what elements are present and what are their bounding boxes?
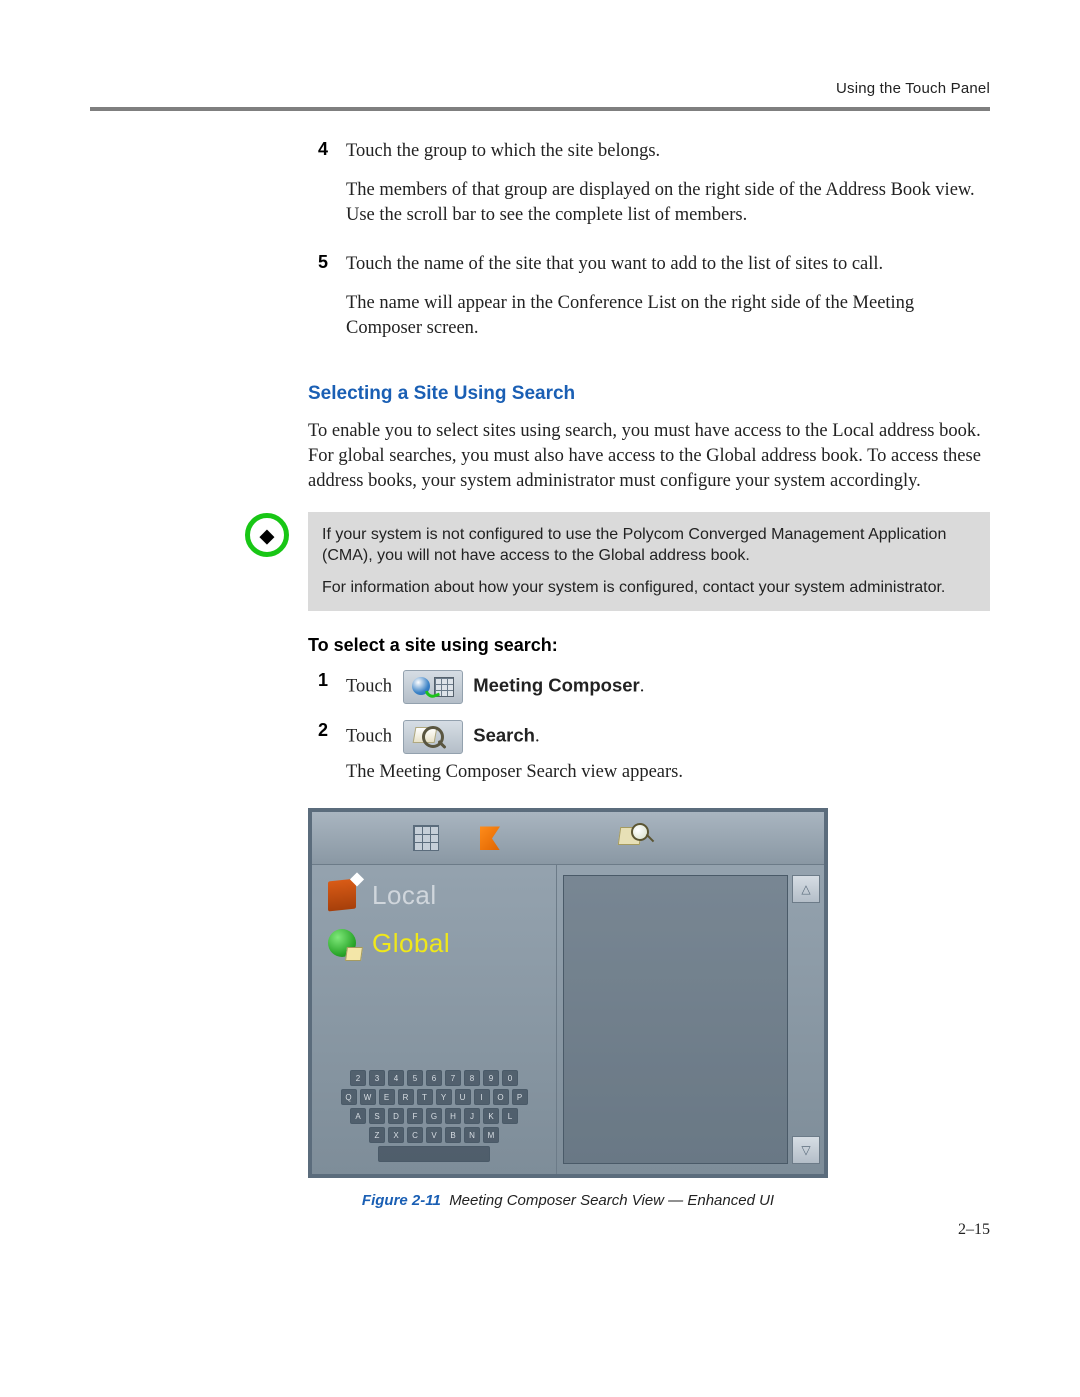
figure-toolbar xyxy=(312,812,824,865)
list-entry-local: Local xyxy=(312,871,556,919)
keyboard-key: L xyxy=(502,1108,518,1124)
keyboard-key: F xyxy=(407,1108,423,1124)
figure-caption: Figure 2-11 Meeting Composer Search View… xyxy=(308,1192,828,1209)
step-text: . xyxy=(640,676,645,696)
keyboard-key: 2 xyxy=(350,1070,366,1086)
keyboard-key: E xyxy=(379,1089,395,1105)
step-text: Touch the name of the site that you want… xyxy=(346,252,990,277)
keyboard-key: 3 xyxy=(369,1070,385,1086)
keyboard-key: 9 xyxy=(483,1070,499,1086)
keyboard-key: W xyxy=(360,1089,376,1105)
scroll-up-button: △ xyxy=(792,875,820,903)
keyboard-key: 7 xyxy=(445,1070,461,1086)
step-bold: Search xyxy=(473,724,535,745)
keyboard-key: M xyxy=(483,1127,499,1143)
step-text: Touch xyxy=(346,676,397,696)
keyboard-key: J xyxy=(464,1108,480,1124)
keyboard-key: Y xyxy=(436,1089,452,1105)
globe-icon xyxy=(324,925,360,961)
list-entry-global: Global xyxy=(312,919,556,967)
step-text: Touch xyxy=(346,726,397,746)
address-book-icon xyxy=(324,877,360,913)
keyboard-key: Z xyxy=(369,1127,385,1143)
list-label: Local xyxy=(372,880,437,911)
scroll-down-button: ▽ xyxy=(792,1136,820,1164)
toolbar-search-icon xyxy=(620,824,648,852)
step-text: The members of that group are displayed … xyxy=(346,178,990,228)
procedure-heading: To select a site using search: xyxy=(308,635,990,656)
figure-caption-text: Meeting Composer Search View — Enhanced … xyxy=(449,1192,774,1209)
onscreen-keyboard: 234567890 QWERTYUIOP ASDFGHJKL ZXCVBNM xyxy=(341,1070,528,1162)
keyboard-key: R xyxy=(398,1089,414,1105)
step-number: 2 xyxy=(308,720,328,799)
keyboard-key: Q xyxy=(341,1089,357,1105)
step-number: 4 xyxy=(308,139,328,242)
figure-results-panel xyxy=(563,875,788,1164)
keyboard-key: C xyxy=(407,1127,423,1143)
step-5: 5 Touch the name of the site that you wa… xyxy=(308,252,990,355)
step-number: 1 xyxy=(308,670,328,710)
keyboard-key: X xyxy=(388,1127,404,1143)
keyboard-key: A xyxy=(350,1108,366,1124)
keyboard-key: B xyxy=(445,1127,461,1143)
section-heading: Selecting a Site Using Search xyxy=(308,383,990,405)
note: ⬥ If your system is not configured to us… xyxy=(244,512,990,611)
keyboard-key: 6 xyxy=(426,1070,442,1086)
keyboard-key: H xyxy=(445,1108,461,1124)
keyboard-key: S xyxy=(369,1108,385,1124)
list-label: Global xyxy=(372,928,450,959)
meeting-composer-icon xyxy=(403,670,463,704)
step-bold: Meeting Composer xyxy=(473,674,640,695)
search-icon xyxy=(403,720,463,754)
keyboard-key: 4 xyxy=(388,1070,404,1086)
step-4: 4 Touch the group to which the site belo… xyxy=(308,139,990,242)
keyboard-key: P xyxy=(512,1089,528,1105)
figure-meeting-composer-search: Local Global 234567890 QWERTYUIOP ASDFGHJK… xyxy=(308,808,828,1178)
step-text: . xyxy=(535,726,540,746)
step-number: 5 xyxy=(308,252,328,355)
note-icon: ⬥ xyxy=(244,512,290,558)
header-chapter: Using the Touch Panel xyxy=(90,80,990,97)
figure-ref: Figure 2-11 xyxy=(362,1192,441,1209)
keyboard-key: G xyxy=(426,1108,442,1124)
keyboard-key: U xyxy=(455,1089,471,1105)
keyboard-key: K xyxy=(483,1108,499,1124)
section-body: To enable you to select sites using sear… xyxy=(308,419,990,494)
keyboard-key: O xyxy=(493,1089,509,1105)
step-text: Touch the group to which the site belong… xyxy=(346,139,990,164)
keyboard-key: 0 xyxy=(502,1070,518,1086)
figure-left-panel: Local Global 234567890 QWERTYUIOP ASDFGHJK… xyxy=(312,865,557,1174)
step-tail: The Meeting Composer Search view appears… xyxy=(346,760,683,785)
step-b-1: 1 Touch Meeting Composer. xyxy=(308,670,990,710)
keyboard-key: T xyxy=(417,1089,433,1105)
note-text: If your system is not configured to use … xyxy=(322,524,976,567)
note-text: For information about how your system is… xyxy=(322,577,976,599)
figure-scrollbar: △ ▽ xyxy=(792,875,820,1164)
keyboard-key: D xyxy=(388,1108,404,1124)
step-text: The name will appear in the Conference L… xyxy=(346,291,990,341)
keyboard-key: I xyxy=(474,1089,490,1105)
keyboard-key: N xyxy=(464,1127,480,1143)
keyboard-key: 5 xyxy=(407,1070,423,1086)
toolbar-grid-icon xyxy=(412,824,440,852)
step-b-2: 2 Touch Search. The Meeting Composer Sea… xyxy=(308,720,990,799)
toolbar-flag-icon xyxy=(476,824,504,852)
keyboard-key: V xyxy=(426,1127,442,1143)
header-rule xyxy=(90,107,990,111)
keyboard-key: 8 xyxy=(464,1070,480,1086)
keyboard-space xyxy=(378,1146,490,1162)
page-number: 2–15 xyxy=(958,1221,990,1239)
